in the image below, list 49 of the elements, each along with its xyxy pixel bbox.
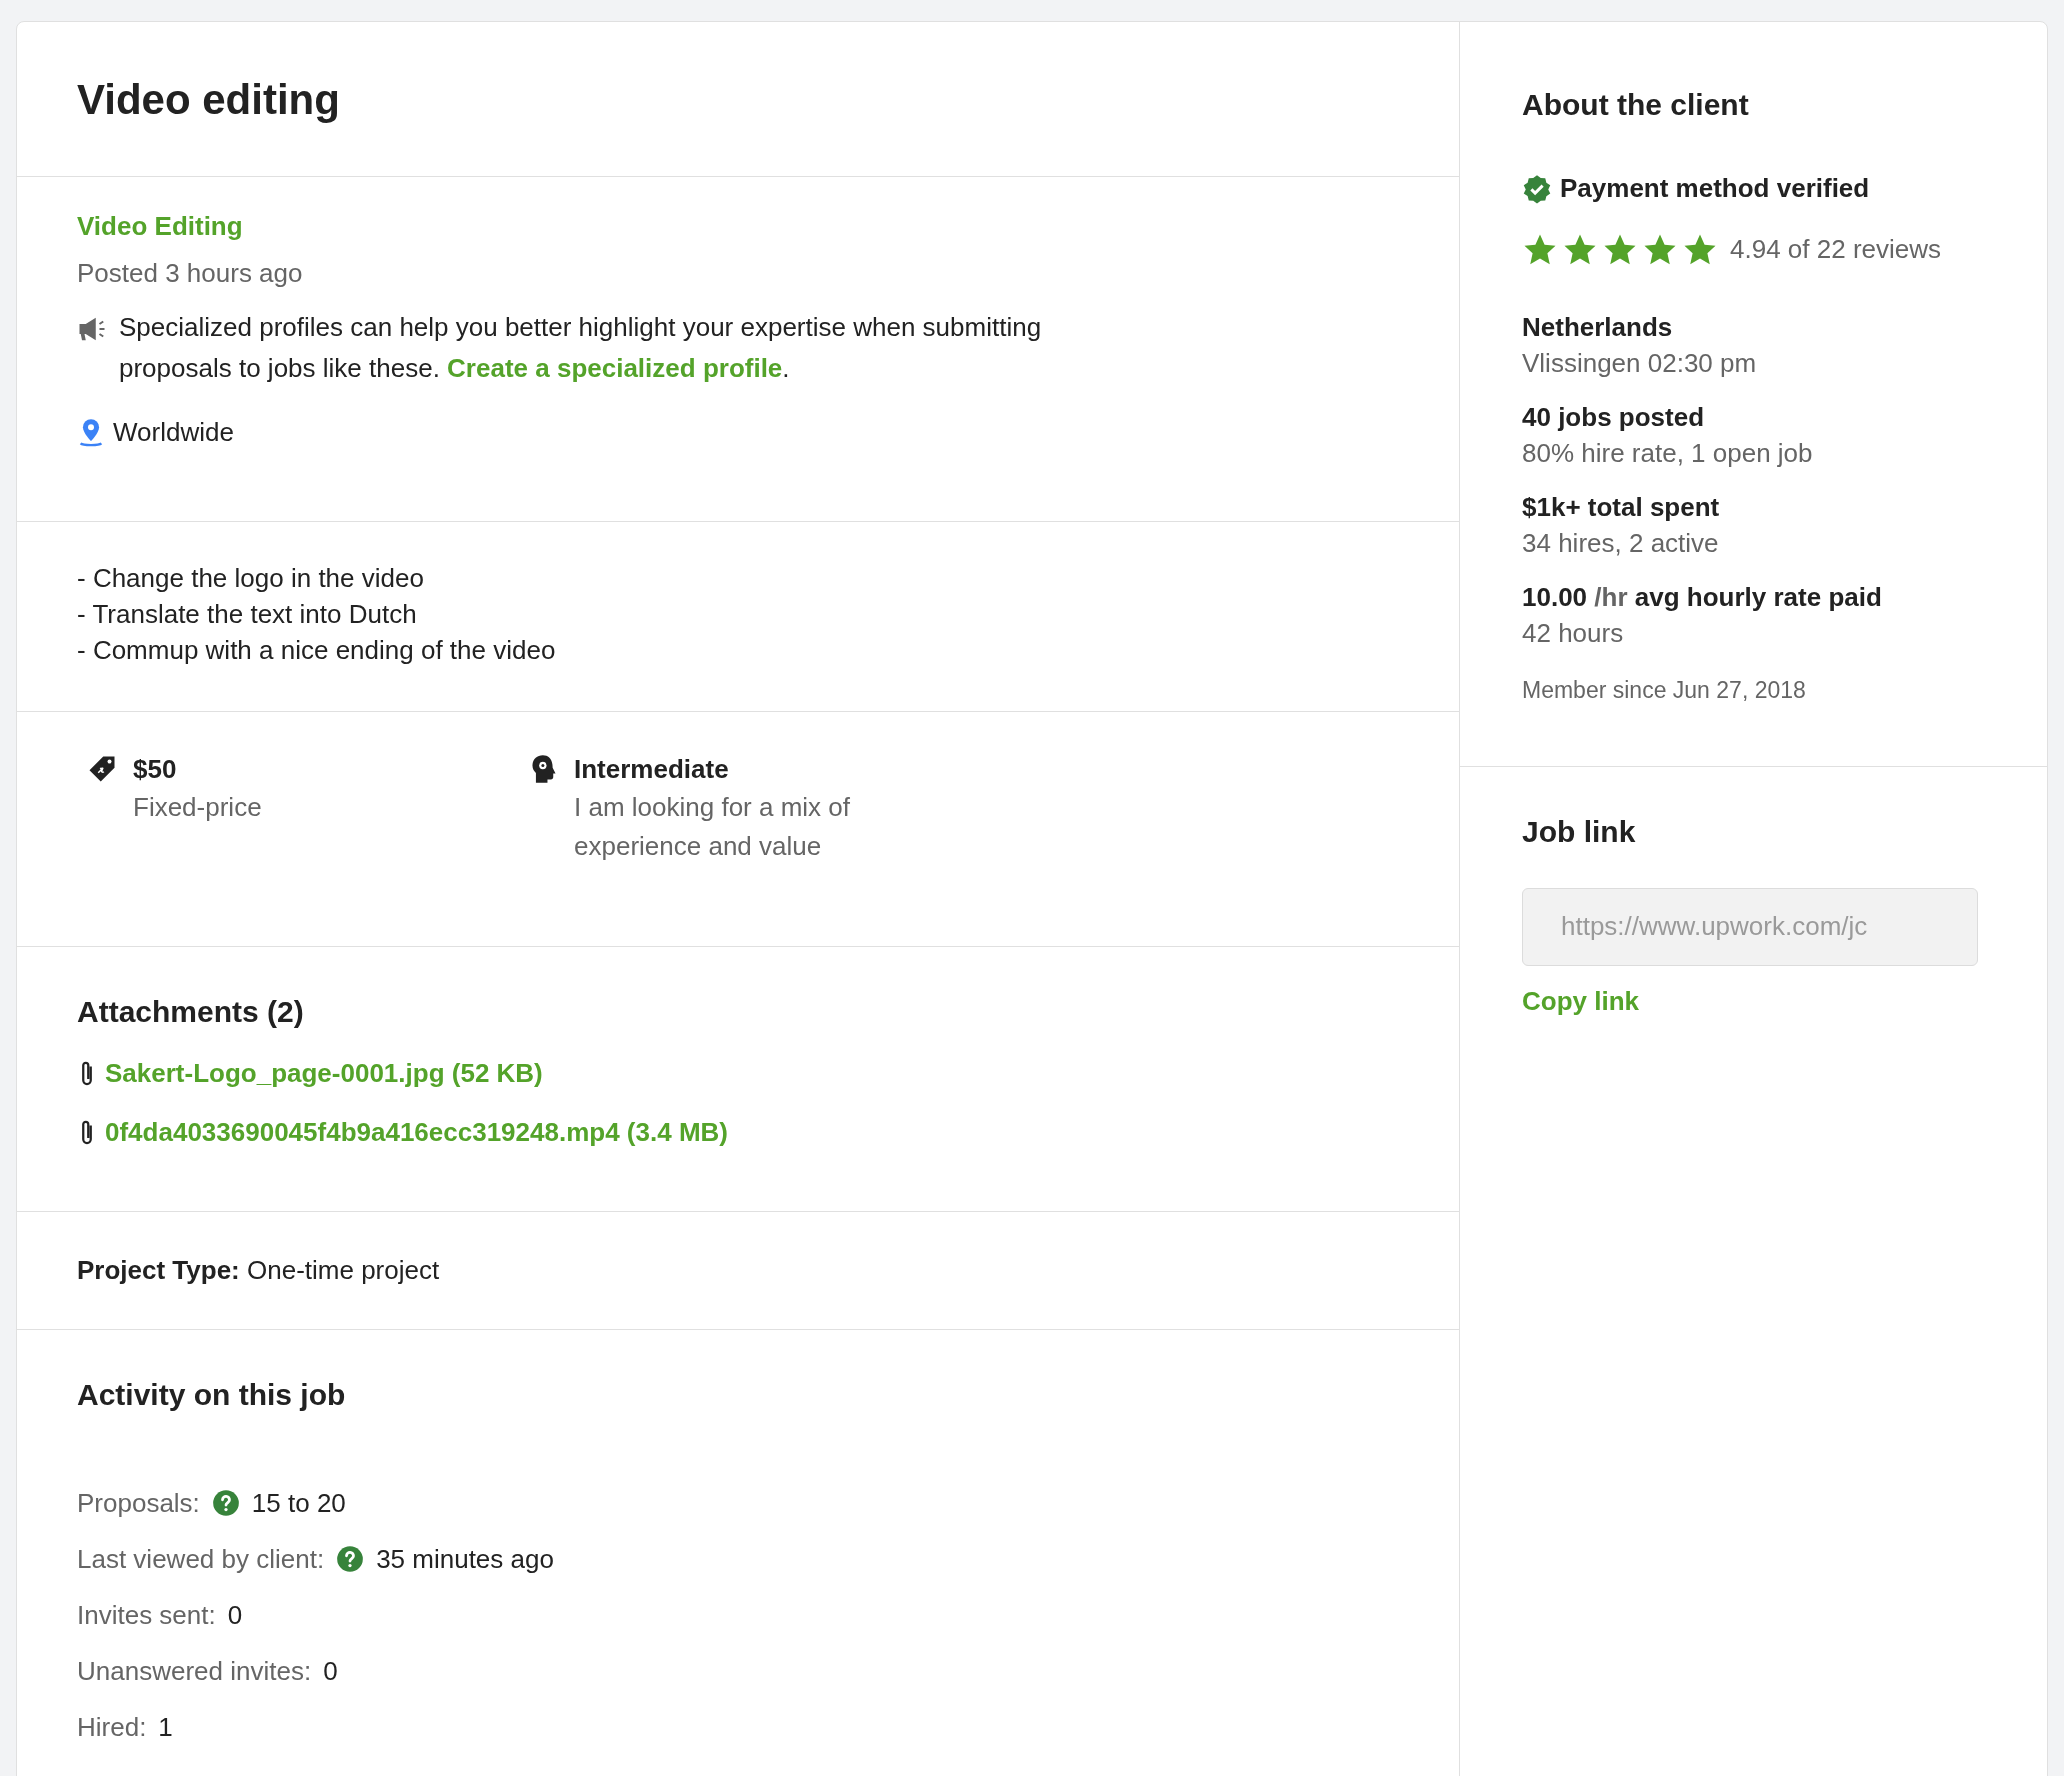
- rating-text: 4.94 of 22 reviews: [1730, 233, 1941, 266]
- client-stat-detail: 80% hire rate, 1 open job: [1522, 437, 1813, 470]
- activity-label: Unanswered invites:: [77, 1654, 312, 1688]
- posted-time: Posted 3 hours ago: [77, 257, 303, 290]
- specialized-profile-tip: Specialized profiles can help you better highlight your expertise when submitting proposals to jobs like these. Create a specialized profile.: [119, 311, 1043, 385]
- description-line: - Commup with a nice ending of the video: [77, 634, 556, 667]
- client-stat-title: Netherlands: [1522, 311, 1673, 344]
- activity-value: 0: [227, 1598, 243, 1632]
- copy-link[interactable]: Copy link: [1522, 981, 1639, 1021]
- attachment-link[interactable]: Sakert-Logo_page-0001.jpg (52 KB): [105, 1054, 543, 1093]
- client-stat-title: 40 jobs posted: [1522, 401, 1705, 434]
- activity-label: Proposals:: [77, 1486, 200, 1520]
- category-link[interactable]: Video Editing: [77, 211, 243, 241]
- client-stat-title: $1k+ total spent: [1522, 491, 1720, 524]
- activity-heading: Activity on this job: [77, 1377, 346, 1413]
- activity-label: Hired:: [77, 1710, 147, 1744]
- location-text: Worldwide: [113, 416, 234, 449]
- client-heading: About the client: [1522, 87, 1749, 123]
- activity-value: 35 minutes ago: [376, 1542, 554, 1576]
- help-icon[interactable]: [211, 1489, 240, 1517]
- description-line: - Translate the text into Dutch: [77, 598, 417, 631]
- activity-value: 0: [323, 1654, 338, 1688]
- client-stat-detail: 42 hours: [1522, 617, 1624, 650]
- attachment-link[interactable]: 0f4da4033690045f4b9a416ecc319248.mp4 (3.4 MB): [105, 1113, 728, 1152]
- client-stat-detail: 34 hires, 2 active: [1522, 527, 1719, 560]
- attachments-heading: Attachments (2): [77, 994, 304, 1030]
- location-pin-icon: [77, 417, 105, 448]
- feature-title: $50: [133, 753, 177, 786]
- feature-title: Intermediate: [574, 753, 729, 786]
- client-stat-detail: Vlissingen 02:30 pm: [1522, 347, 1757, 380]
- description-line: - Change the logo in the video: [77, 562, 424, 595]
- job-title: Video editing: [77, 74, 340, 125]
- project-type: Project Type: One-time project: [77, 1254, 440, 1287]
- verified-label: Payment method verified: [1560, 172, 1870, 205]
- activity-value: 1: [158, 1710, 173, 1744]
- help-icon[interactable]: [336, 1545, 365, 1573]
- job-link-field[interactable]: https://www.upwork.com/jc: [1522, 887, 1978, 966]
- activity-label: Last viewed by client:: [77, 1542, 325, 1576]
- job-link-heading: Job link: [1522, 813, 1636, 850]
- member-since: Member since Jun 27, 2018: [1522, 676, 1806, 705]
- activity-label: Invites sent:: [77, 1598, 216, 1632]
- megaphone-icon: [77, 315, 107, 343]
- feature-subtitle: Fixed-price: [133, 791, 263, 824]
- feature-subtitle: I am looking for a mix of experience and value: [574, 791, 851, 863]
- client-stat-title: 10.00 /hr avg hourly rate paid: [1522, 581, 1882, 614]
- price-tag-icon: [87, 754, 117, 784]
- create-profile-link[interactable]: Create a specialized profile: [447, 353, 783, 383]
- head-gear-icon: [530, 754, 558, 784]
- activity-value: 15 to 20: [251, 1486, 346, 1520]
